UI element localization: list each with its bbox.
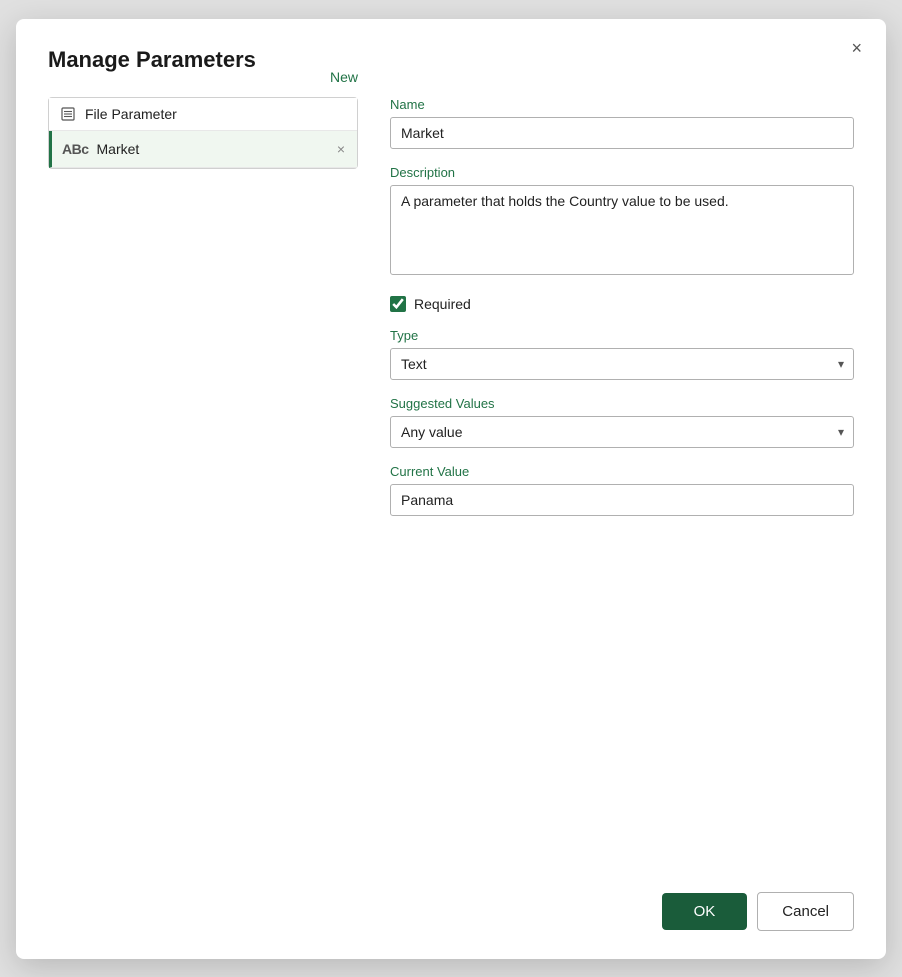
dialog-footer: OK Cancel <box>48 868 854 931</box>
list-item[interactable]: File Parameter <box>49 98 357 131</box>
description-field-group: Description A parameter that holds the C… <box>390 165 854 280</box>
file-parameter-name: File Parameter <box>85 106 347 122</box>
required-label: Required <box>414 296 471 312</box>
dialog-title: Manage Parameters <box>48 47 854 73</box>
name-input[interactable] <box>390 117 854 149</box>
current-value-label: Current Value <box>390 464 854 479</box>
ok-button[interactable]: OK <box>662 893 748 930</box>
description-label: Description <box>390 165 854 180</box>
name-field-group: Name <box>390 97 854 149</box>
abc-icon: ABc <box>62 141 89 157</box>
left-panel: File Parameter ABc Market × <box>48 97 358 169</box>
suggested-values-select[interactable]: Any value List of values <box>390 416 854 448</box>
name-label: Name <box>390 97 854 112</box>
new-link[interactable]: New <box>330 69 358 85</box>
content-area: New File Parameter <box>48 97 854 868</box>
suggested-values-select-wrapper: Any value List of values ▾ <box>390 416 854 448</box>
current-value-field-group: Current Value <box>390 464 854 516</box>
type-field-group: Type Text Number Date True/False ▾ <box>390 328 854 380</box>
type-label: Type <box>390 328 854 343</box>
description-textarea[interactable]: A parameter that holds the Country value… <box>390 185 854 275</box>
left-panel-wrapper: New File Parameter <box>48 97 358 868</box>
close-button[interactable]: × <box>847 35 866 61</box>
market-parameter-name: Market <box>97 141 327 157</box>
suggested-values-label: Suggested Values <box>390 396 854 411</box>
cancel-button[interactable]: Cancel <box>757 892 854 931</box>
current-value-input[interactable] <box>390 484 854 516</box>
type-select[interactable]: Text Number Date True/False <box>390 348 854 380</box>
required-checkbox[interactable] <box>390 296 406 312</box>
required-row: Required <box>390 296 854 312</box>
remove-market-button[interactable]: × <box>335 139 347 159</box>
type-select-wrapper: Text Number Date True/False ▾ <box>390 348 854 380</box>
manage-parameters-dialog: × Manage Parameters New <box>16 19 886 959</box>
file-icon <box>59 106 77 122</box>
list-item[interactable]: ABc Market × <box>49 131 357 168</box>
param-list: File Parameter ABc Market × <box>49 98 357 168</box>
right-panel: Name Description A parameter that holds … <box>358 97 854 868</box>
suggested-values-field-group: Suggested Values Any value List of value… <box>390 396 854 448</box>
